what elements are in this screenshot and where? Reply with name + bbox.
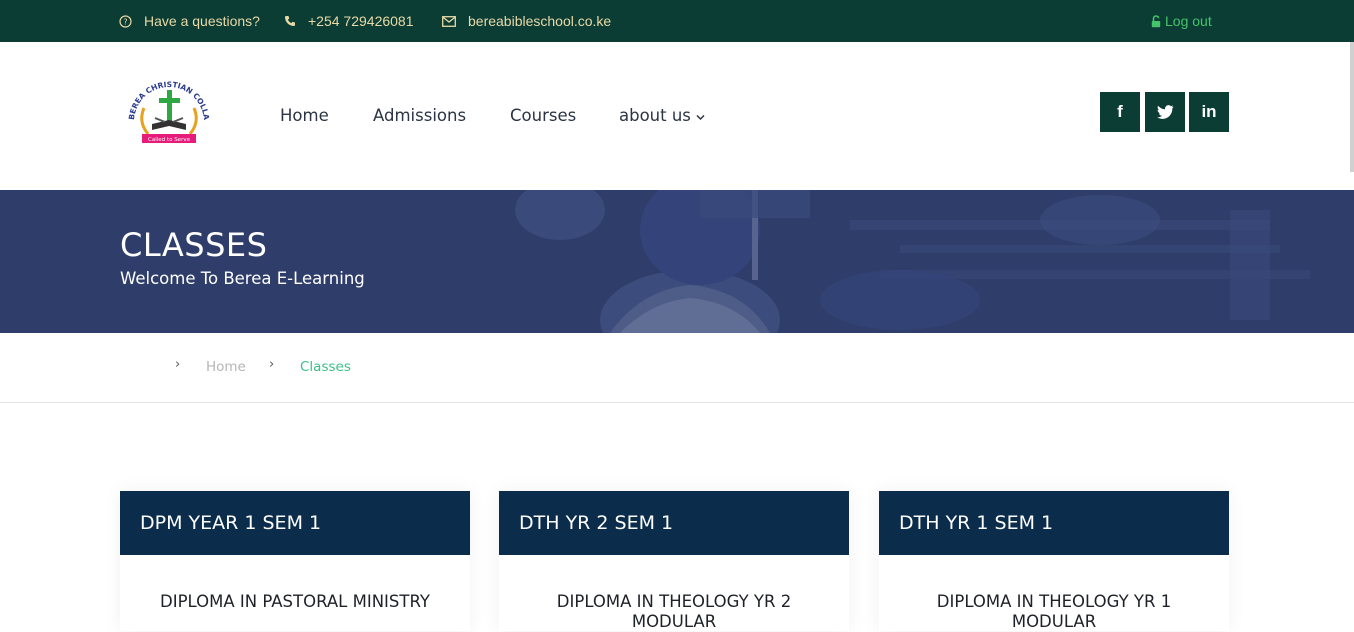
phone-item[interactable]: +254 729426081 bbox=[284, 0, 414, 42]
question-item[interactable]: ? Have a questions? bbox=[119, 0, 260, 42]
class-card-title: DTH YR 1 SEM 1 bbox=[879, 491, 1229, 555]
chevron-right-icon: › bbox=[175, 357, 181, 372]
email-item[interactable]: bereabibleschool.co.ke bbox=[442, 0, 611, 42]
breadcrumb: › Home › Classes bbox=[0, 333, 1354, 403]
class-card-title: DPM YEAR 1 SEM 1 bbox=[120, 491, 470, 555]
svg-text:?: ? bbox=[123, 17, 127, 26]
twitter-icon bbox=[1156, 105, 1173, 119]
page-title: CLASSES bbox=[120, 226, 268, 264]
nav-home[interactable]: Home bbox=[280, 106, 329, 125]
page-scrollbar[interactable] bbox=[1350, 42, 1354, 172]
question-circle-icon: ? bbox=[119, 14, 132, 28]
logout-link[interactable]: Log out bbox=[1151, 0, 1212, 42]
question-text: Have a questions? bbox=[144, 13, 260, 29]
nav-admissions[interactable]: Admissions bbox=[373, 106, 466, 125]
nav-about-us[interactable]: about us bbox=[619, 106, 691, 125]
class-card[interactable]: DPM YEAR 1 SEM 1 DIPLOMA IN PASTORAL MIN… bbox=[120, 491, 470, 631]
class-card[interactable]: DTH YR 2 SEM 1 DIPLOMA IN THEOLOGY YR 2 … bbox=[499, 491, 849, 631]
breadcrumb-home[interactable]: Home bbox=[206, 359, 246, 375]
class-card[interactable]: DTH YR 1 SEM 1 DIPLOMA IN THEOLOGY YR 1 … bbox=[879, 491, 1229, 631]
chevron-right-icon: › bbox=[269, 357, 275, 372]
nav-courses[interactable]: Courses bbox=[510, 106, 576, 125]
class-card-description: DIPLOMA IN PASTORAL MINISTRY bbox=[160, 592, 430, 611]
facebook-button[interactable]: f bbox=[1100, 92, 1140, 132]
logout-label: Log out bbox=[1165, 13, 1212, 29]
breadcrumb-classes: Classes bbox=[300, 359, 351, 375]
phone-icon bbox=[285, 16, 295, 26]
unlock-icon bbox=[1151, 14, 1161, 27]
hero-banner: CLASSES Welcome To Berea E-Learning bbox=[0, 190, 1354, 333]
chevron-down-icon[interactable] bbox=[696, 114, 705, 121]
facebook-icon: f bbox=[1117, 102, 1123, 121]
college-logo[interactable]: BEREA CHRISTIAN COLLAGE Called to Serve bbox=[119, 71, 216, 150]
linkedin-icon: in bbox=[1201, 102, 1217, 121]
linkedin-button[interactable]: in bbox=[1189, 92, 1229, 132]
email-text: bereabibleschool.co.ke bbox=[468, 13, 612, 29]
twitter-button[interactable] bbox=[1145, 92, 1185, 132]
site-header: BEREA CHRISTIAN COLLAGE Called to Serve … bbox=[0, 42, 1354, 190]
page-subtitle: Welcome To Berea E-Learning bbox=[120, 269, 365, 288]
class-card-title: DTH YR 2 SEM 1 bbox=[499, 491, 849, 555]
class-card-description: DIPLOMA IN THEOLOGY YR 2 MODULAR bbox=[556, 592, 792, 631]
top-bar: ? Have a questions? +254 729426081 berea… bbox=[0, 0, 1354, 42]
envelope-icon bbox=[442, 15, 456, 27]
logo-ribbon-text: Called to Serve bbox=[148, 137, 191, 143]
class-card-description: DIPLOMA IN THEOLOGY YR 1 MODULAR bbox=[936, 592, 1172, 631]
phone-text: +254 729426081 bbox=[308, 13, 414, 29]
